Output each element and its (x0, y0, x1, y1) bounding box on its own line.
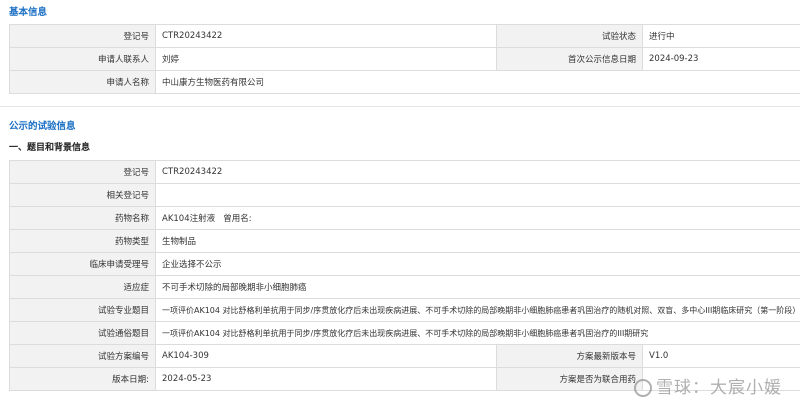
watermark-text: 雪球：大宸小媛 (656, 378, 782, 398)
clinical-application-no-label: 临床申请受理号 (9, 252, 156, 276)
protocol-no-label: 试验方案编号 (9, 344, 156, 368)
related-reg-no-label: 相关登记号 (9, 183, 156, 207)
version-date-label: 版本日期: (9, 367, 156, 391)
table-row: 药物类型 生物制品 (9, 229, 800, 253)
table-row: 申请人名称 中山康方生物医药有限公司 (9, 70, 800, 94)
protocol-no-value: AK104-309 (155, 344, 497, 368)
status-value: 进行中 (642, 24, 800, 48)
table-row: 登记号 CTR20243422 (9, 160, 800, 184)
section-divider (0, 106, 800, 107)
popular-title-label: 试验通俗题目 (9, 321, 156, 345)
contact-label: 申请人联系人 (9, 47, 156, 71)
drug-name-value: AK104注射液 曾用名: (154, 206, 800, 230)
latest-version-label: 方案最新版本号 (496, 344, 643, 368)
first-pub-date-label: 首次公示信息日期 (496, 47, 643, 71)
professional-title-value: 一项评价AK104 对比舒格利单抗用于同步/序贯放化疗后未出现疾病进展、不可手术… (154, 298, 800, 322)
table-row: 临床申请受理号 企业选择不公示 (9, 252, 800, 276)
reg-no-value: CTR20243422 (155, 24, 497, 48)
table-row: 登记号 CTR20243422 试验状态 进行中 (9, 24, 800, 48)
popular-title-value: 一项评价AK104 对比舒格利单抗用于同步/序贯放化疗后未出现疾病进展、不可手术… (154, 321, 800, 345)
drug-type-label: 药物类型 (9, 229, 156, 253)
version-date-value: 2024-05-23 (155, 367, 497, 391)
reg-no-label: 登记号 (9, 24, 156, 48)
section-title-trial-info: 公示的试验信息 (9, 121, 76, 132)
indication-value: 不可手术切除的局部晚期非小细胞肺癌 (154, 275, 800, 299)
section-title-basic-info: 基本信息 (9, 7, 48, 18)
table-row: 相关登记号 (9, 183, 800, 207)
combination-drug-label: 方案是否为联合用药 (496, 367, 643, 391)
related-reg-no-value (154, 183, 800, 207)
status-label: 试验状态 (496, 24, 643, 48)
table-row: 适应症 不可手术切除的局部晚期非小细胞肺癌 (9, 275, 800, 299)
applicant-label: 申请人名称 (9, 70, 156, 94)
drug-type-value: 生物制品 (154, 229, 800, 253)
watermark: 雪球：大宸小媛 (634, 373, 782, 398)
first-pub-date-value: 2024-09-23 (642, 47, 800, 71)
professional-title-label: 试验专业题目 (9, 298, 156, 322)
trial-reg-no-label: 登记号 (9, 160, 156, 184)
drug-name-label: 药物名称 (9, 206, 156, 230)
clinical-application-no-value: 企业选择不公示 (154, 252, 800, 276)
trial-info-table: 登记号 CTR20243422 相关登记号 药物名称 AK104注射液 曾用名:… (9, 160, 800, 391)
table-row: 药物名称 AK104注射液 曾用名: (9, 206, 800, 230)
subsection-title-background: 一、题目和背景信息 (9, 143, 91, 153)
indication-label: 适应症 (9, 275, 156, 299)
applicant-value: 中山康方生物医药有限公司 (155, 70, 800, 94)
latest-version-value: V1.0 (641, 344, 800, 368)
trial-reg-no-value: CTR20243422 (154, 160, 800, 184)
basic-info-table: 登记号 CTR20243422 试验状态 进行中 申请人联系人 刘婷 首次公示信… (9, 24, 800, 94)
table-row: 申请人联系人 刘婷 首次公示信息日期 2024-09-23 (9, 47, 800, 71)
table-row: 试验通俗题目 一项评价AK104 对比舒格利单抗用于同步/序贯放化疗后未出现疾病… (9, 321, 800, 345)
table-row: 试验专业题目 一项评价AK104 对比舒格利单抗用于同步/序贯放化疗后未出现疾病… (9, 298, 800, 322)
snowball-logo-icon (634, 379, 652, 397)
contact-value: 刘婷 (155, 47, 497, 71)
table-row: 试验方案编号 AK104-309 方案最新版本号 V1.0 (9, 344, 800, 368)
